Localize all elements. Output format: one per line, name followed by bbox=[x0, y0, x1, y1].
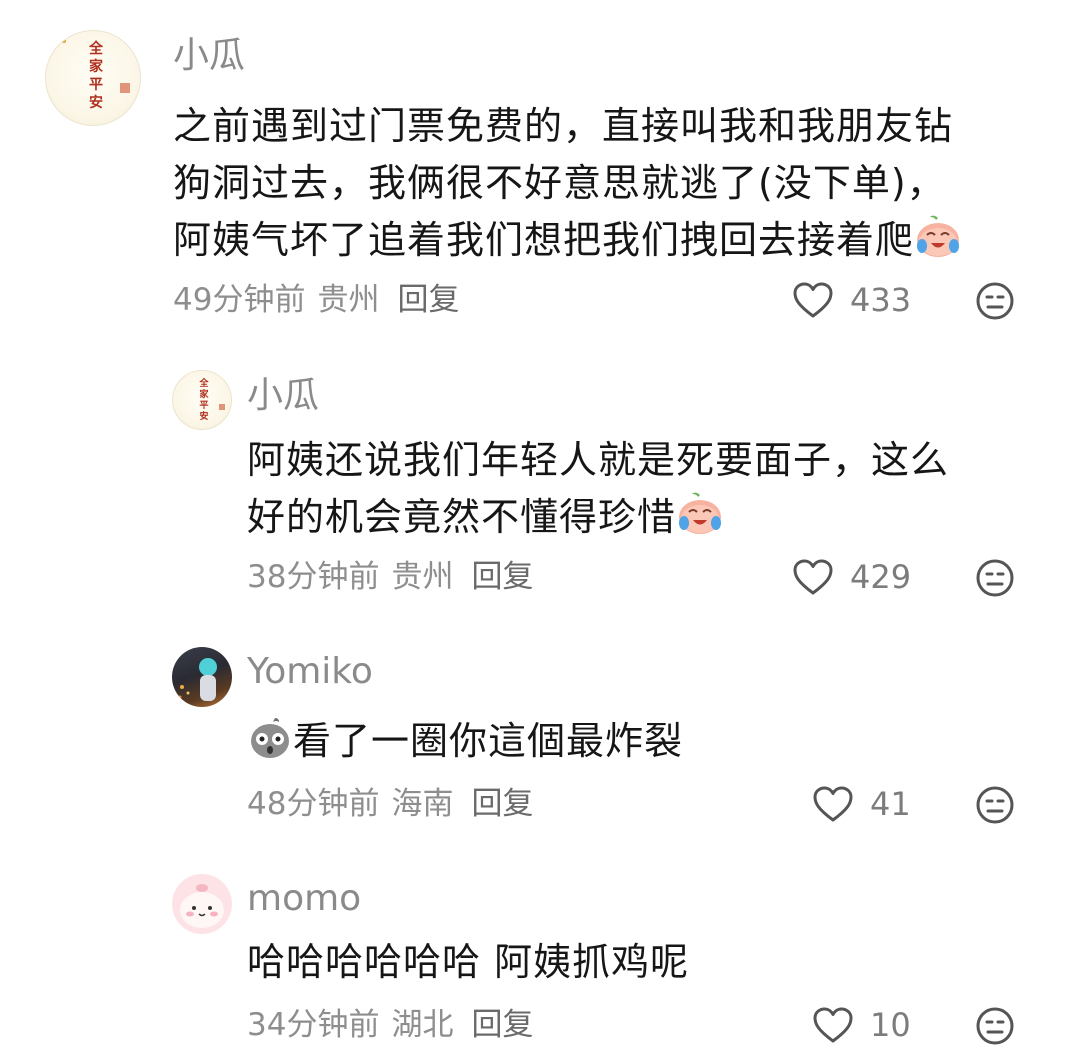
avatar[interactable] bbox=[172, 647, 232, 707]
comment-text: 看了一圈你這個最炸裂 bbox=[247, 713, 683, 776]
location: 湖北 bbox=[391, 1007, 454, 1043]
avatar-char: 家 bbox=[89, 58, 104, 75]
location: 海南 bbox=[391, 786, 454, 822]
avatar-char: 安 bbox=[89, 94, 103, 111]
comment-text-line: 看了一圈你這個最炸裂 bbox=[247, 713, 683, 776]
comment-text: 哈哈哈哈哈哈 阿姨抓鸡呢 bbox=[247, 934, 689, 991]
like-count: 433 bbox=[850, 281, 912, 319]
location: 贵州 bbox=[391, 559, 454, 595]
reply-button[interactable]: 回复 bbox=[397, 282, 459, 318]
comment-meta: 38分钟前 贵州 回复 bbox=[247, 557, 545, 597]
username[interactable]: Yomiko bbox=[247, 650, 373, 694]
crying-laughing-emoji bbox=[676, 490, 724, 552]
meh-face-icon bbox=[976, 786, 1014, 824]
avatar[interactable]: 全 家 平 安 bbox=[45, 30, 141, 126]
like-count: 10 bbox=[870, 1006, 911, 1044]
avatar-char: 全 bbox=[198, 377, 209, 389]
avatar-char: 平 bbox=[199, 400, 208, 411]
avatar-char: 家 bbox=[199, 388, 209, 400]
comment-text: 之前遇到过门票免费的，直接叫我和我朋友钻 狗洞过去，我俩很不好意思就逃了(没下单… bbox=[173, 98, 962, 275]
timestamp: 49分钟前 bbox=[173, 282, 306, 318]
comment-meta: 34分钟前 湖北 回复 bbox=[247, 1005, 545, 1045]
crying-laughing-emoji bbox=[914, 213, 962, 275]
comment-meta: 49分钟前 贵州 回复 bbox=[173, 280, 471, 320]
reply-button[interactable]: 回复 bbox=[471, 1007, 533, 1043]
avatar-char: 平 bbox=[89, 77, 103, 93]
avatar[interactable] bbox=[172, 874, 232, 934]
username[interactable]: momo bbox=[247, 877, 361, 921]
location: 贵州 bbox=[317, 282, 380, 318]
avatar-calligraphy-image: 全 家 平 安 bbox=[198, 377, 225, 422]
dislike-button[interactable] bbox=[975, 1006, 1015, 1046]
like-count: 41 bbox=[870, 785, 911, 823]
comment-text-line: 好的机会竟然不懂得珍惜 bbox=[247, 489, 949, 552]
comment-text-line: 哈哈哈哈哈哈 阿姨抓鸡呢 bbox=[247, 940, 690, 984]
heart-outline-icon bbox=[813, 1007, 853, 1043]
like-button[interactable]: 41 bbox=[812, 784, 911, 824]
dislike-button[interactable] bbox=[975, 558, 1015, 598]
dislike-button[interactable] bbox=[975, 281, 1015, 321]
avatar-photo-image bbox=[178, 658, 217, 701]
shocked-emoji bbox=[247, 714, 293, 776]
meh-face-icon bbox=[976, 282, 1014, 320]
like-button[interactable]: 10 bbox=[812, 1005, 911, 1045]
heart-outline-icon bbox=[793, 282, 833, 318]
avatar-calligraphy-image: 全 家 平 安 bbox=[62, 39, 130, 111]
comment-meta: 48分钟前 海南 回复 bbox=[247, 784, 545, 824]
comment-text-line: 之前遇到过门票免费的，直接叫我和我朋友钻 bbox=[173, 104, 954, 148]
avatar-cartoon-image bbox=[180, 884, 224, 928]
timestamp: 38分钟前 bbox=[247, 559, 380, 595]
username[interactable]: 小瓜 bbox=[173, 34, 245, 78]
reply-button[interactable]: 回复 bbox=[471, 786, 533, 822]
comment-text: 阿姨还说我们年轻人就是死要面子，这么 好的机会竟然不懂得珍惜 bbox=[247, 432, 949, 552]
like-button[interactable]: 433 bbox=[792, 280, 911, 320]
avatar[interactable]: 全 家 平 安 bbox=[172, 370, 232, 430]
like-count: 429 bbox=[850, 558, 912, 596]
avatar-char: 全 bbox=[88, 40, 104, 57]
heart-outline-icon bbox=[793, 559, 833, 595]
like-button[interactable]: 429 bbox=[792, 557, 911, 597]
comment-text-line: 阿姨还说我们年轻人就是死要面子，这么 bbox=[247, 438, 950, 482]
timestamp: 34分钟前 bbox=[247, 1007, 380, 1043]
reply-button[interactable]: 回复 bbox=[471, 559, 533, 595]
username[interactable]: 小瓜 bbox=[247, 374, 319, 418]
comment-text-line: 狗洞过去，我俩很不好意思就逃了(没下单)， bbox=[173, 161, 946, 205]
avatar-char: 安 bbox=[199, 410, 208, 422]
timestamp: 48分钟前 bbox=[247, 786, 380, 822]
heart-outline-icon bbox=[813, 786, 853, 822]
meh-face-icon bbox=[976, 559, 1014, 597]
meh-face-icon bbox=[976, 1007, 1014, 1045]
comment-text-line: 阿姨气坏了追着我们想把我们拽回去接着爬 bbox=[173, 212, 962, 275]
dislike-button[interactable] bbox=[975, 785, 1015, 825]
